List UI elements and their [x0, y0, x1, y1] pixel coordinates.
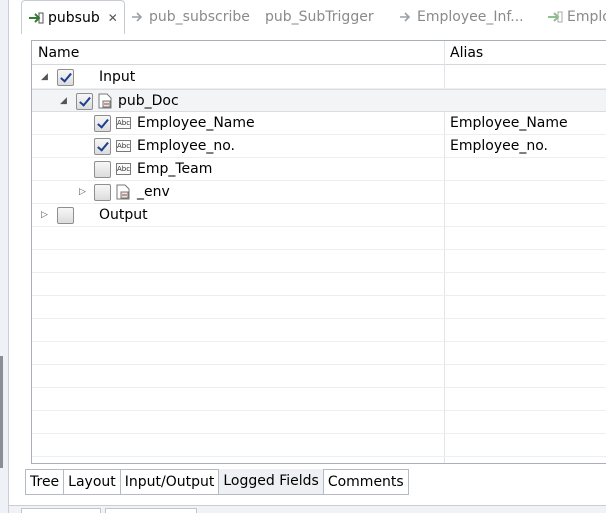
- close-icon[interactable]: ✕: [108, 11, 118, 25]
- column-header-alias[interactable]: Alias: [450, 45, 483, 61]
- table-row[interactable]: Abc Emp_Team: [32, 158, 606, 181]
- tab-pubsub[interactable]: pubsub ✕: [21, 0, 125, 34]
- checkbox[interactable]: [57, 207, 74, 224]
- table-row[interactable]: Abc Employee_Name Employee_Name: [32, 112, 606, 135]
- flow-service-icon: [548, 11, 563, 23]
- collapsed-arrow-icon[interactable]: ▷: [79, 187, 89, 197]
- table-row[interactable]: ◢ Input: [32, 66, 606, 89]
- empty-row: [32, 273, 606, 296]
- pipeline-tree-table: Name Alias ◢ Input ◢ pub_Doc Abc Employe…: [31, 40, 606, 464]
- column-header-name[interactable]: Name: [38, 45, 79, 61]
- document-reference-icon: [116, 184, 130, 200]
- arrow-icon: [400, 12, 411, 22]
- empty-row: [32, 319, 606, 342]
- checkbox[interactable]: [57, 69, 74, 86]
- empty-row: [32, 250, 606, 273]
- empty-row: [32, 388, 606, 411]
- empty-row: [32, 411, 606, 434]
- row-label: Employee_Name: [137, 115, 255, 131]
- tab-input-output[interactable]: Input/Output: [120, 469, 220, 495]
- row-alias[interactable]: Employee_Name: [450, 115, 568, 131]
- checkbox[interactable]: [94, 184, 111, 201]
- empty-row: [32, 227, 606, 250]
- empty-row: [32, 342, 606, 365]
- row-label: pub_Doc: [118, 93, 179, 109]
- string-field-icon: Abc: [116, 117, 131, 129]
- empty-row: [32, 365, 606, 388]
- edge-marker: [0, 356, 3, 468]
- tab-employee-info[interactable]: Employee_Inf...: [399, 0, 524, 34]
- row-label: Output: [99, 207, 148, 223]
- tab-tree[interactable]: Tree: [25, 469, 65, 495]
- checkbox[interactable]: [94, 138, 111, 155]
- expanded-arrow-icon[interactable]: ◢: [60, 96, 70, 106]
- lower-tab-stub[interactable]: [21, 508, 101, 513]
- row-label: _env: [137, 184, 170, 200]
- empty-row: [32, 296, 606, 319]
- table-row[interactable]: ◢ pub_Doc: [32, 89, 606, 112]
- row-alias[interactable]: Employee_no.: [450, 138, 548, 154]
- tab-comments[interactable]: Comments: [323, 469, 409, 495]
- document-reference-icon: [98, 93, 112, 109]
- lower-panel-edge: [9, 505, 606, 513]
- tab-label: pub_subscribe: [149, 9, 250, 25]
- row-label: Input: [99, 69, 136, 85]
- tab-pub-subscribe[interactable]: pub_subscribe: [131, 0, 250, 34]
- table-header: Name Alias: [32, 41, 606, 65]
- collapsed-arrow-icon[interactable]: ▷: [41, 210, 51, 220]
- tab-label: Employee_Inf...: [417, 9, 524, 25]
- string-field-icon: Abc: [116, 163, 131, 175]
- table-row[interactable]: ▷ _env: [32, 181, 606, 204]
- row-label: Emp_Team: [137, 161, 213, 177]
- flow-service-icon: [29, 12, 44, 23]
- row-label: Employee_no.: [137, 138, 235, 154]
- table-row[interactable]: ▷ Output: [32, 204, 606, 227]
- tab-label: pub_SubTrigger: [265, 9, 374, 25]
- arrow-icon: [132, 12, 143, 22]
- tab-employee-truncated[interactable]: Emplo: [547, 0, 606, 34]
- table-row[interactable]: Abc Employee_no. Employee_no.: [32, 135, 606, 158]
- checkbox[interactable]: [76, 93, 93, 110]
- checkbox[interactable]: [94, 161, 111, 178]
- empty-row: [32, 434, 606, 457]
- string-field-icon: Abc: [116, 140, 131, 152]
- lower-tab-stub[interactable]: [105, 508, 197, 513]
- tab-label: pubsub: [48, 9, 100, 26]
- tab-logged-fields[interactable]: Logged Fields: [219, 469, 324, 495]
- tab-label: Emplo: [567, 9, 606, 25]
- left-window-edge: [0, 0, 9, 513]
- expanded-arrow-icon[interactable]: ◢: [41, 72, 51, 82]
- editor-tab-bar: pubsub ✕ pub_subscribe pub_SubTrigger Em…: [9, 0, 606, 34]
- tab-pub-subtrigger[interactable]: pub_SubTrigger: [265, 0, 374, 34]
- checkbox[interactable]: [94, 115, 111, 132]
- tab-layout[interactable]: Layout: [64, 469, 121, 495]
- bottom-tab-bar: Tree Layout Input/Output Logged Fields C…: [25, 469, 409, 495]
